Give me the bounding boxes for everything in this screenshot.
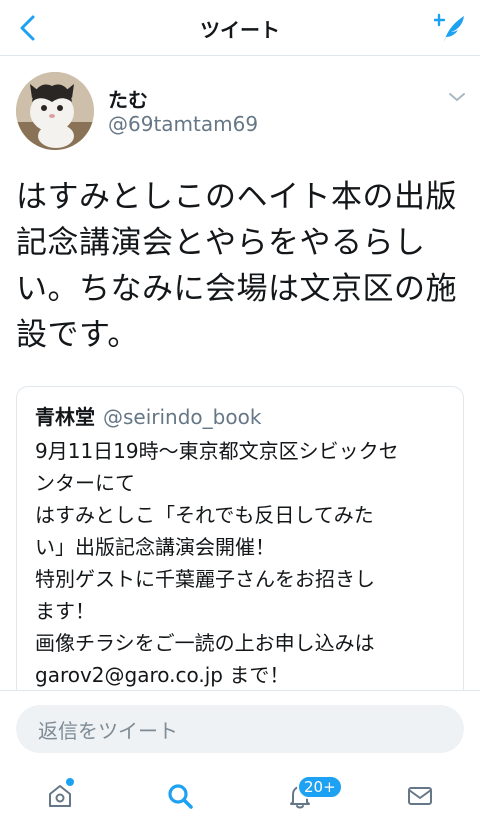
tab-messages[interactable]	[400, 776, 440, 816]
quoted-tweet-card[interactable]: 青林堂 @seirindo_book 9月11日19時〜東京都文京区シビックセ ン…	[16, 386, 464, 726]
avatar[interactable]	[16, 72, 94, 150]
search-icon	[168, 784, 193, 809]
tweet-options-button[interactable]	[444, 84, 470, 110]
author-name[interactable]: たむ	[108, 84, 148, 113]
quoted-author-name: 青林堂	[35, 405, 95, 429]
mail-icon	[408, 787, 432, 805]
chevron-down-icon	[449, 93, 465, 101]
tab-search[interactable]	[160, 776, 200, 816]
quoted-tweet-text: 9月11日19時〜東京都文京区シビックセ ンターにて はすみとしこ「それでも反日…	[35, 439, 399, 687]
tab-home[interactable]	[40, 776, 80, 816]
cat-avatar-image	[16, 72, 94, 150]
home-unread-dot	[66, 778, 74, 786]
author-handle[interactable]: @69tamtam69	[108, 112, 258, 136]
notifications-badge: 20+	[297, 775, 343, 799]
home-icon	[49, 785, 71, 807]
quoted-tweet-header: 青林堂 @seirindo_book	[35, 401, 261, 430]
reply-input[interactable]: 返信をツイート	[16, 705, 464, 753]
bottom-tab-bar	[0, 768, 480, 819]
tweet-text: はすみとしこのヘイト本の出版 記念講演会とやらをやるらし い。ちなみに会場は文京…	[16, 179, 457, 353]
compose-tweet-button[interactable]	[432, 10, 468, 46]
compose-tweet-icon	[434, 13, 464, 42]
reply-bar: 返信をツイート	[0, 690, 480, 768]
tweet-detail-screen: ツイート たむ @69tamtam69 はすみとしこのヘイト本の出版 記念講演会…	[0, 0, 480, 819]
nav-header: ツイート	[0, 0, 480, 56]
page-title: ツイート	[200, 18, 280, 42]
quoted-author-handle: @seirindo_book	[103, 405, 262, 429]
